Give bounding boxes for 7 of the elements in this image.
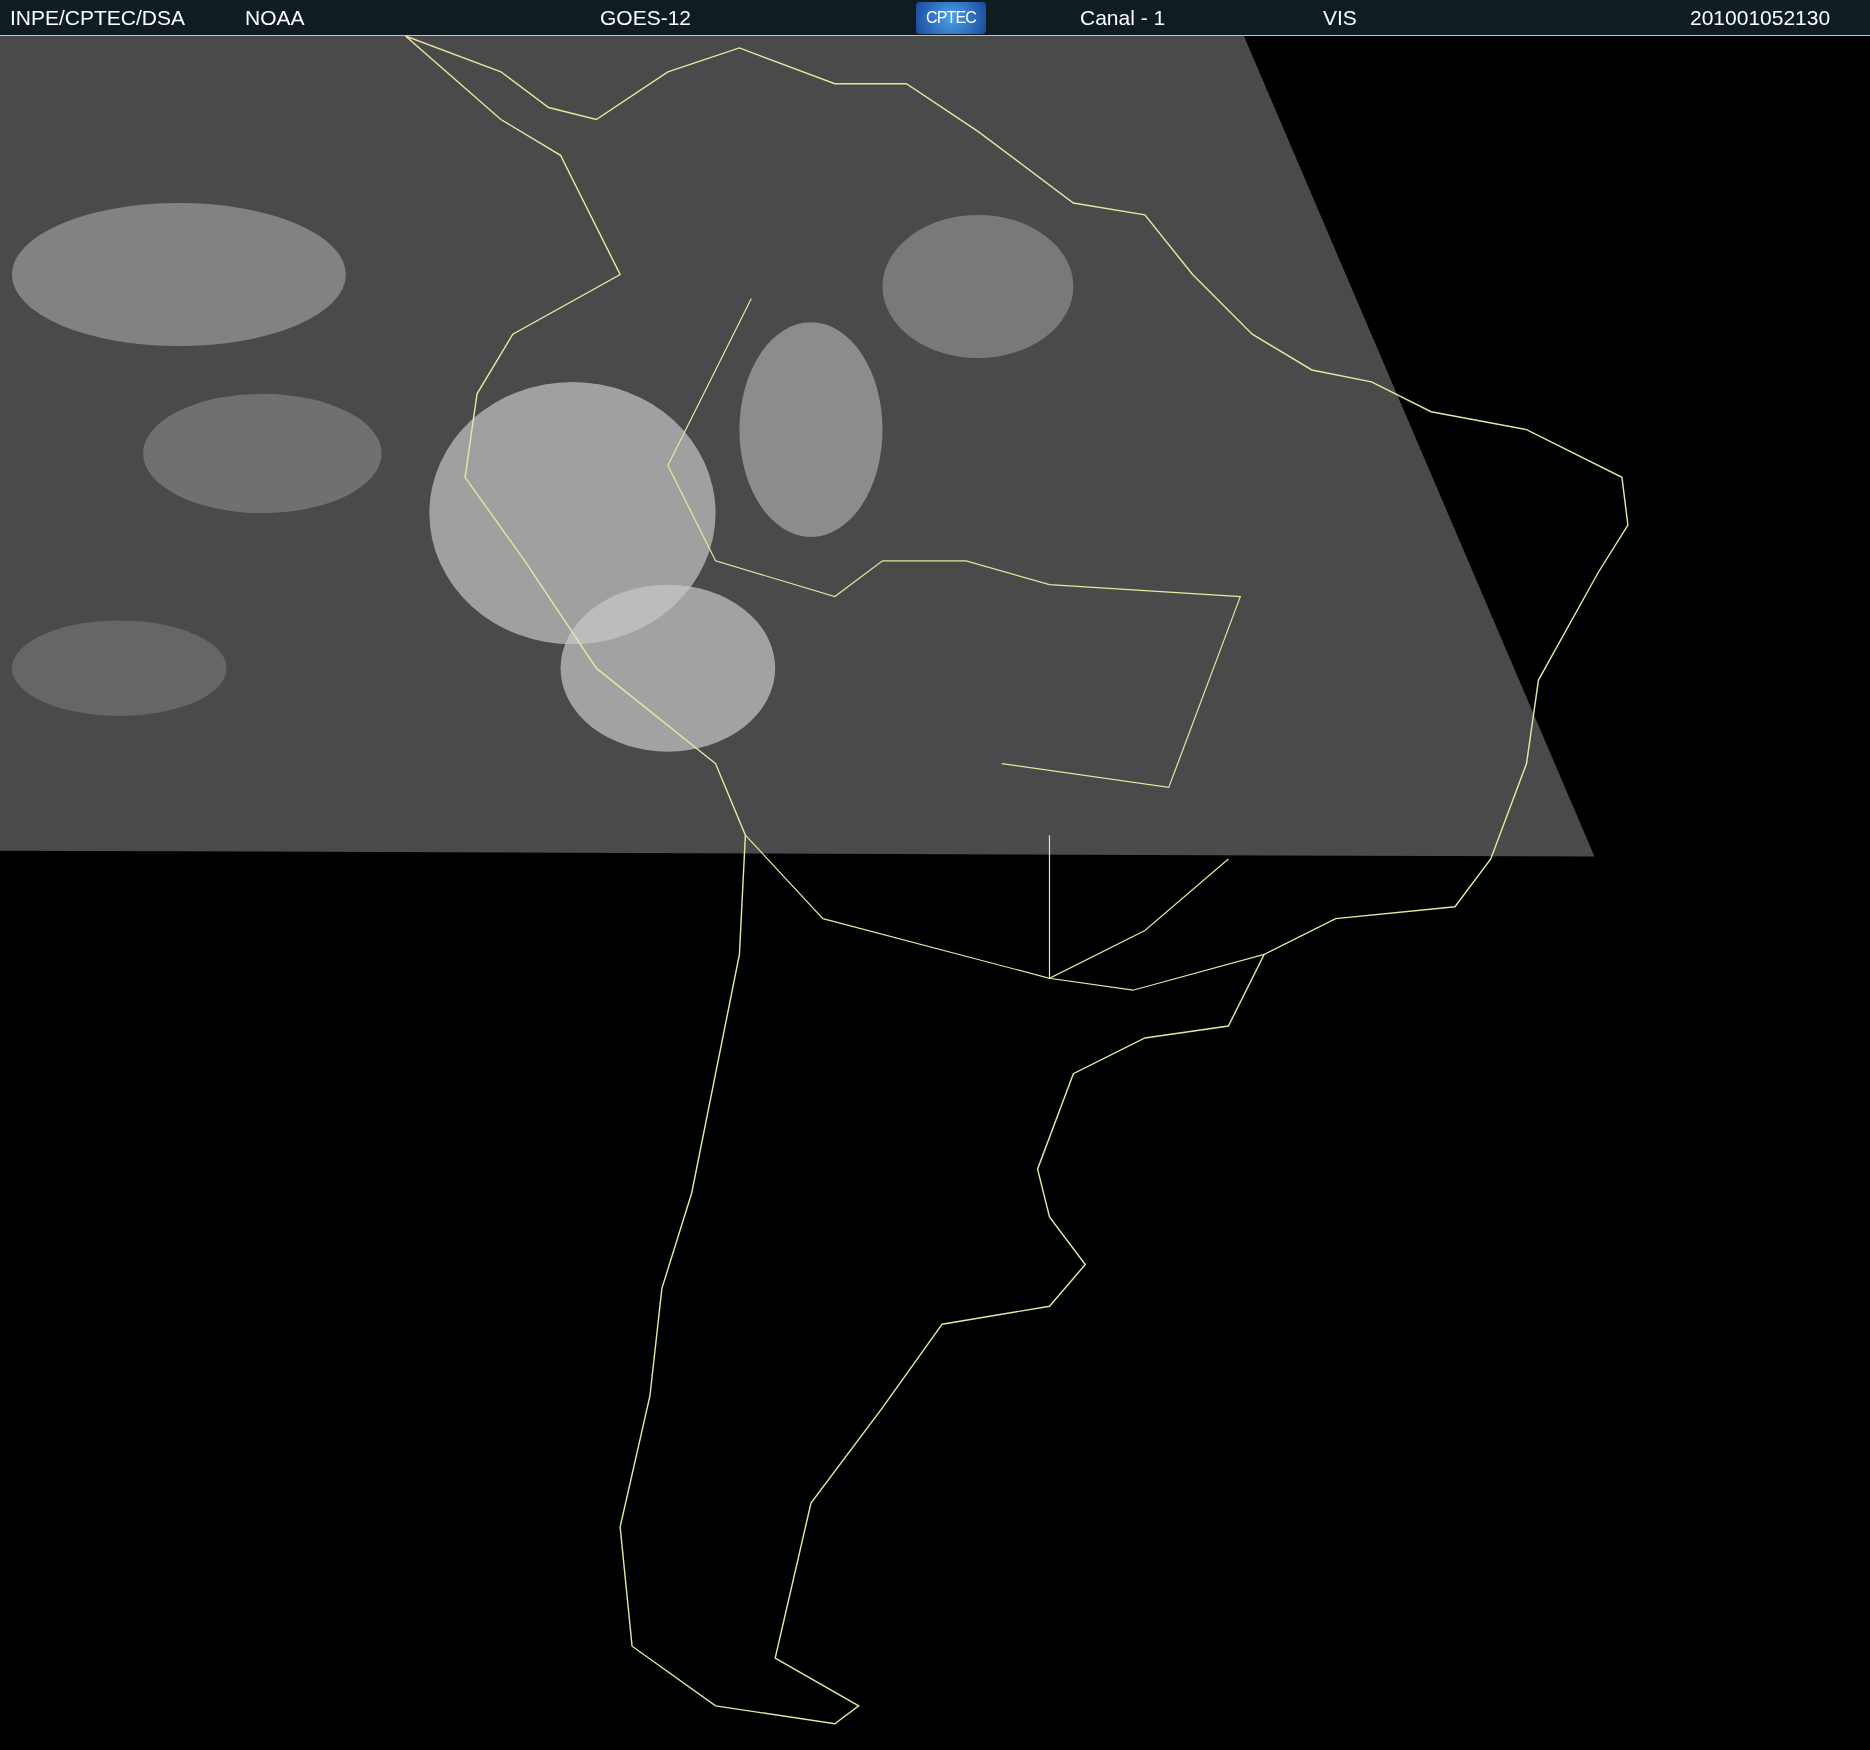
logo: CPTEC: [916, 2, 986, 34]
header-label: 201001052130: [1690, 5, 1831, 31]
header-label: INPE/CPTEC/DSA: [10, 5, 186, 31]
header-label: Canal - 1: [1080, 5, 1166, 31]
header-label: GOES-12: [600, 5, 692, 31]
header-label: NOAA: [245, 5, 305, 31]
header-label: VIS: [1323, 5, 1357, 31]
